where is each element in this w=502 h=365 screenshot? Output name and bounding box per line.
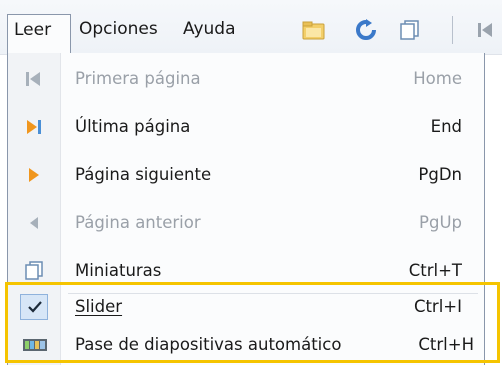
first-page-icon[interactable] (475, 19, 499, 41)
toolbar-separator (452, 16, 453, 44)
menu-item-pagina-anterior[interactable]: Página anterior PgUp (8, 201, 484, 245)
menu-item-shortcut: PgUp (419, 213, 462, 232)
copy-pages-icon[interactable] (398, 19, 422, 41)
menu-item-label: Página anterior (75, 213, 201, 232)
menu-ayuda[interactable]: Ayuda (177, 14, 242, 44)
app-window: Leer Opciones Ayuda Primera página Home … (0, 0, 502, 365)
menu-leer-label: Leer (14, 20, 52, 40)
menu-item-shortcut: Home (413, 69, 462, 88)
previous-page-icon (23, 213, 45, 233)
slideshow-icon (23, 337, 47, 357)
first-page-icon (23, 69, 45, 89)
menu-item-primera-pagina[interactable]: Primera página Home (8, 57, 484, 101)
next-page-icon (23, 165, 45, 185)
thumbnails-icon (23, 261, 45, 281)
checkmark-icon (26, 298, 48, 318)
menu-item-pase-diapositivas[interactable]: Pase de diapositivas automático Ctrl+H (8, 323, 484, 365)
menu-item-pagina-siguiente[interactable]: Página siguiente PgDn (8, 153, 484, 197)
leer-dropdown-menu: Primera página Home Última página End Pá… (7, 53, 485, 365)
menu-item-label: Página siguiente (75, 165, 212, 184)
refresh-icon[interactable] (354, 19, 378, 41)
menu-item-ultima-pagina[interactable]: Última página End (8, 105, 484, 149)
menu-opciones-label: Opciones (79, 19, 158, 39)
open-folder-icon[interactable] (302, 19, 326, 41)
menu-ayuda-label: Ayuda (183, 19, 236, 39)
menu-item-shortcut: End (430, 117, 462, 136)
last-page-icon (23, 117, 45, 137)
menu-item-label: Pase de diapositivas automático (75, 335, 342, 354)
menu-bar: Leer Opciones Ayuda (0, 0, 502, 55)
menu-opciones[interactable]: Opciones (73, 14, 164, 44)
menu-item-shortcut: PgDn (418, 165, 462, 184)
menu-item-label: Última página (75, 117, 191, 136)
menu-item-label: Primera página (75, 69, 201, 88)
menu-leer[interactable]: Leer (7, 14, 71, 55)
menu-item-shortcut: Ctrl+H (418, 335, 474, 354)
